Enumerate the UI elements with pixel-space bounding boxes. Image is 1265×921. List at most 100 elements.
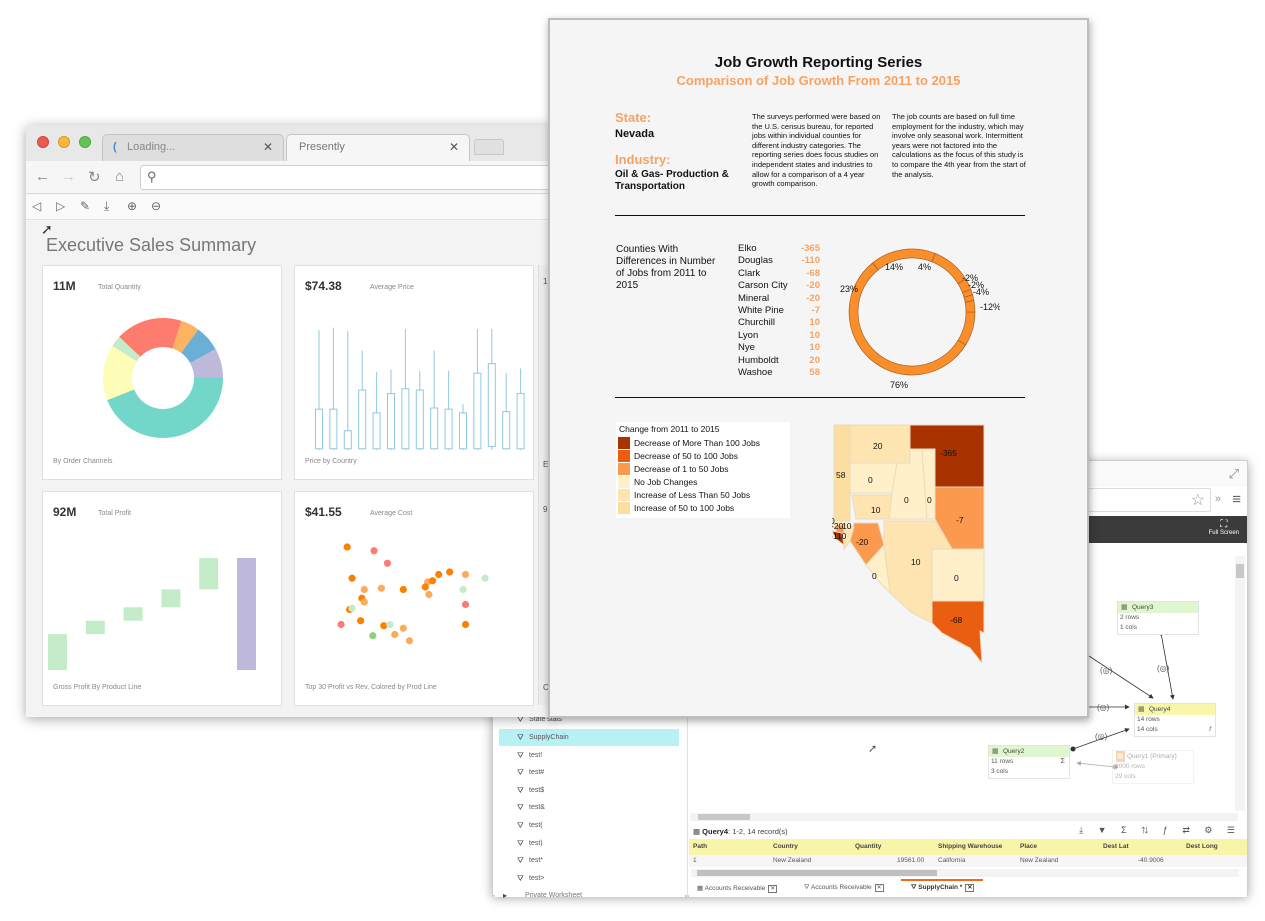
zoom-out-icon[interactable]: ⊖ xyxy=(151,199,161,213)
forward-arrow-icon[interactable]: → xyxy=(61,168,76,185)
browser-toolbar: ← → ↻ ⌂ ⚲ xyxy=(26,161,554,194)
tree-item[interactable]: ⛛ test( xyxy=(499,817,679,834)
card-average-price[interactable]: $74.38 Average Price Price by Country xyxy=(294,265,534,480)
card-total-profit[interactable]: 92M Total Profit Gross Profit By Product… xyxy=(42,491,282,706)
query-node-query3[interactable]: ▦ Query3 2 rows 1 cols xyxy=(1117,601,1199,635)
column-header[interactable]: Place xyxy=(1020,839,1037,855)
candle-body xyxy=(444,408,453,450)
results-toolbar[interactable]: ⤓ ▼ Σ ⇅ ƒ ⇄ ⚙ ☰ xyxy=(1079,825,1241,836)
url-input[interactable]: ⚲ xyxy=(140,165,554,190)
app-toolbar: ◁ ▷ ✎ ⤓ ⊕ ⊖ xyxy=(26,195,554,220)
worksheet-icon: ⛛ xyxy=(517,821,524,830)
close-tab-icon[interactable]: ✕ xyxy=(874,884,884,892)
page-title: Executive Sales Summary xyxy=(46,235,257,255)
card-caption: Gross Profit By Product Line xyxy=(53,684,142,691)
folder-user-icon: ▸ xyxy=(503,891,508,900)
column-header[interactable]: Quantity xyxy=(855,839,881,855)
tree-folder[interactable]: ▸ Private Worksheet xyxy=(499,887,679,904)
scatter-point xyxy=(360,585,368,594)
previous-icon[interactable]: ◁ xyxy=(32,199,41,213)
tree-item[interactable]: ⛛ test> xyxy=(499,870,679,887)
canvas-horizontal-scrollbar[interactable] xyxy=(690,813,1238,821)
query-node-query2[interactable]: ▦ Query2 11 rows 3 cols Σ xyxy=(988,745,1070,779)
zoom-in-icon[interactable]: ⊕ xyxy=(127,199,137,213)
edit-pencil-icon[interactable]: ✎ xyxy=(80,199,90,213)
county-label: 0 xyxy=(868,475,873,485)
window-maximize-button[interactable] xyxy=(79,136,91,148)
home-icon[interactable]: ⌂ xyxy=(115,168,124,185)
tree-item[interactable]: ⛛ test& xyxy=(499,799,679,816)
scatter-point xyxy=(386,620,394,629)
candle-body xyxy=(415,389,424,450)
county-value: 58 xyxy=(809,366,820,378)
county-label: 58 xyxy=(836,470,846,480)
column-header[interactable]: Dest Lat xyxy=(1103,839,1129,855)
tab-supplychain[interactable]: ⛛ SupplyChain * ✕ xyxy=(911,884,975,892)
tree-item[interactable]: ⛛ test# xyxy=(499,764,679,781)
county-label: -365 xyxy=(940,448,957,458)
back-arrow-icon[interactable]: ← xyxy=(35,168,50,185)
county-name: Clark xyxy=(738,267,761,279)
join-icon: (◎) xyxy=(1100,666,1113,675)
card-average-cost[interactable]: $41.55 Average Cost Top 30 Profit vs Rev… xyxy=(294,491,534,706)
donut-label: -12% xyxy=(980,302,1000,312)
profit-vs-revenue-scatter xyxy=(337,543,489,645)
county-region xyxy=(931,600,985,663)
close-tab-icon[interactable]: ✕ xyxy=(263,135,273,159)
column-header[interactable]: Path xyxy=(693,839,707,855)
close-tab-icon[interactable]: ✕ xyxy=(768,885,778,893)
kpi-value: $74.38 xyxy=(305,279,342,293)
scatter-point xyxy=(481,574,489,582)
new-tab-button[interactable] xyxy=(474,139,504,155)
browser-tab-presently[interactable]: Presently ✕ xyxy=(286,134,470,161)
table-row[interactable]: 1 New Zealand 19561.00 California New Ze… xyxy=(689,855,1247,867)
candle-body xyxy=(516,393,525,450)
tree-item[interactable]: ⛛ test! xyxy=(499,747,679,764)
close-tab-icon[interactable]: ✕ xyxy=(449,135,459,159)
kpi-value: 92M xyxy=(53,505,77,519)
tree-item[interactable]: ⛛ test* xyxy=(499,852,679,869)
tree-item-selected[interactable]: ⛛ SupplyChain xyxy=(499,729,679,746)
donut-slice xyxy=(848,262,967,376)
county-label: 0 xyxy=(872,571,877,581)
report-window: Job Growth Reporting Series Comparison o… xyxy=(548,18,1089,718)
tree-item[interactable]: ⛛ test) xyxy=(499,835,679,852)
column-header[interactable]: Shipping Warehouse xyxy=(938,839,1002,855)
browser-tab-loading[interactable]: ( Loading... ✕ xyxy=(102,134,284,161)
county-row: Carson City -20 xyxy=(738,280,820,292)
column-header[interactable]: Country xyxy=(773,839,798,855)
window-close-button[interactable] xyxy=(37,136,49,148)
county-label: -68 xyxy=(950,615,963,625)
state-label: State: xyxy=(615,110,652,125)
column-header[interactable]: Dest Long xyxy=(1186,839,1218,855)
tab-accounts-receivable-1[interactable]: ▦ Accounts Receivable ✕ xyxy=(697,884,778,893)
tree-item[interactable]: ⛛ test$ xyxy=(499,782,679,799)
tab-accounts-receivable-2[interactable]: ⛛ Accounts Receivable ✕ xyxy=(804,884,884,892)
county-name: White Pine xyxy=(738,304,784,316)
scatter-point xyxy=(461,620,470,629)
query-node-query4[interactable]: ▦ Query4 14 rows 14 cols f xyxy=(1134,703,1216,737)
close-tab-icon[interactable]: ✕ xyxy=(965,884,975,892)
kpi-value: 11M xyxy=(53,279,76,293)
worksheet-icon: ⛛ xyxy=(804,884,811,891)
legend-label: Decrease of 1 to 50 Jobs xyxy=(634,464,729,474)
results-horizontal-scrollbar[interactable] xyxy=(691,869,1239,877)
query-node-query1[interactable]: ▦ Query1 (Primary) 3000 rows 29 cols xyxy=(1112,750,1194,784)
scroll-thumb[interactable] xyxy=(697,870,937,876)
scatter-point xyxy=(360,598,368,606)
divider xyxy=(615,215,1025,216)
card-total-quantity[interactable]: 11M Total Quantity By Order Channels xyxy=(42,265,282,480)
scatter-point xyxy=(429,577,437,585)
worksheet-icon: ⛛ xyxy=(517,874,524,883)
county-value: 10 xyxy=(809,317,820,329)
worksheet-icon: ⛛ xyxy=(517,856,524,865)
window-minimize-button[interactable] xyxy=(58,136,70,148)
industry-value-line-2: Transportation xyxy=(615,181,686,192)
counties-title: Counties With Differences in Number of J… xyxy=(616,244,716,291)
download-icon[interactable]: ⤓ xyxy=(104,199,109,214)
scroll-thumb[interactable] xyxy=(698,814,750,820)
reload-icon[interactable]: ↻ xyxy=(88,168,101,186)
industry-label: Industry: xyxy=(615,152,671,167)
next-icon[interactable]: ▷ xyxy=(56,199,65,213)
state-value: Nevada xyxy=(615,128,655,140)
